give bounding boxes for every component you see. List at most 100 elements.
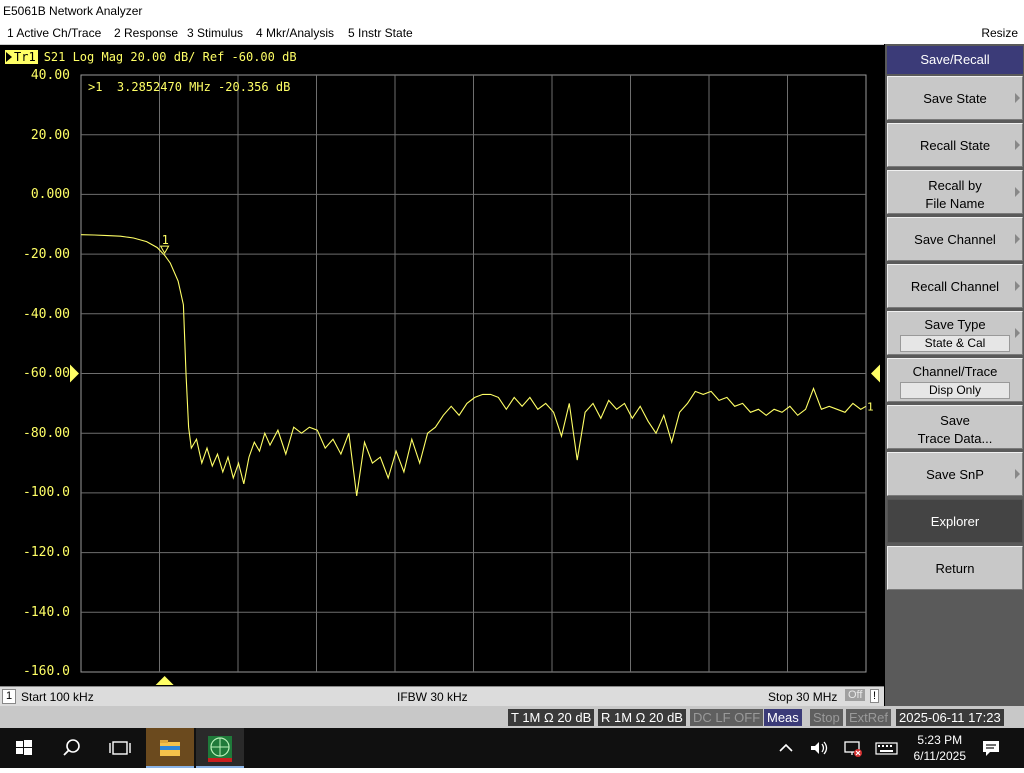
submenu-arrow-icon	[1015, 328, 1020, 338]
softkey-label: Return	[935, 561, 975, 576]
marker-1-label: 1	[162, 233, 169, 247]
taskbar-clock[interactable]: 5:23 PM 6/11/2025	[914, 732, 967, 764]
trace-plot: 11	[70, 74, 880, 685]
softkey-value: Disp Only	[900, 382, 1010, 399]
windows-start-button[interactable]	[0, 728, 48, 768]
y-tick-label: -100.0	[23, 485, 70, 500]
softkey-label: Save Type	[924, 317, 986, 332]
menu-stimulus[interactable]: 3 Stimulus	[187, 26, 243, 40]
window-title: E5061B Network Analyzer	[3, 4, 143, 18]
stop-frequency[interactable]: Stop 30 MHz	[768, 690, 837, 704]
file-explorer-icon	[146, 740, 194, 768]
y-tick-label: -40.00	[23, 307, 70, 322]
y-tick-label: -80.00	[23, 426, 70, 441]
instrument-status-bar: T 1M Ω 20 dB R 1M Ω 20 dB DC LF OFF Meas Sto…	[0, 706, 1024, 728]
softkey-channel-trace[interactable]: Channel/Trace Disp Only	[887, 358, 1023, 402]
resize-button[interactable]: Resize	[981, 26, 1018, 40]
speaker-icon	[811, 741, 828, 755]
start-frequency[interactable]: Start 100 kHz	[21, 690, 94, 704]
y-tick-label: -120.0	[23, 545, 70, 560]
softkey-label: Recall State	[919, 138, 991, 153]
status-indicator: R 1M Ω 20 dB	[598, 709, 686, 726]
status-indicator: 2025-06-11 17:23	[896, 709, 1004, 726]
y-tick-label: 0.000	[30, 187, 70, 202]
softkey-label: Recall Channel	[910, 279, 1000, 294]
correction-off-badge: Off	[845, 689, 866, 701]
network-icon	[844, 741, 862, 757]
softkey-save-snp[interactable]: Save SnP	[887, 452, 1023, 496]
softkey-save-trace-data[interactable]: Save Trace Data...	[887, 405, 1023, 449]
y-tick-label: -60.00	[23, 366, 70, 381]
softkey-label: Channel/Trace	[912, 364, 998, 379]
status-indicator: T 1M Ω 20 dB	[508, 709, 595, 726]
y-tick-label: 20.00	[30, 128, 70, 143]
status-indicator: Stop	[810, 709, 843, 726]
menu-active-ch-trace[interactable]: 1 Active Ch/Trace	[7, 26, 101, 40]
trace-badge[interactable]: Tr1	[5, 50, 38, 64]
softkey-value: State & Cal	[900, 335, 1010, 352]
submenu-arrow-icon	[1015, 234, 1020, 244]
status-indicator: ExtRef	[846, 709, 892, 726]
ref-level-right-arrow	[871, 364, 880, 383]
softkey-label: Save SnP	[926, 467, 984, 482]
clock-date: 6/11/2025	[913, 749, 967, 763]
status-indicator: Meas	[764, 709, 802, 726]
softkey-explorer[interactable]: Explorer	[887, 499, 1023, 543]
ifbw-setting[interactable]: IFBW 30 kHz	[397, 690, 468, 704]
notification-icon	[983, 741, 999, 756]
softkey-label: Save Channel	[914, 232, 996, 247]
softkey-recall-channel[interactable]: Recall Channel	[887, 264, 1023, 308]
network-status-button[interactable]	[842, 738, 864, 758]
windows-taskbar: 5:23 PM 6/11/2025	[0, 728, 1024, 768]
marker-stimulus-arrow	[155, 676, 174, 685]
network-analyzer-app-icon	[196, 736, 244, 768]
tray-overflow-button[interactable]	[776, 738, 796, 758]
trace-layer: 11	[70, 233, 880, 685]
y-tick-label: -160.0	[23, 664, 70, 679]
action-center-button[interactable]	[980, 738, 1002, 758]
trace-scale-label: S21 Log Mag 20.00 dB/ Ref -60.00 dB	[43, 50, 297, 64]
touch-keyboard-button[interactable]	[874, 738, 900, 758]
task-view-icon	[109, 741, 131, 755]
title-bar: E5061B Network Analyzer	[0, 0, 1024, 22]
search-icon	[63, 739, 80, 756]
softkey-menu-title: Save/Recall	[887, 46, 1023, 74]
y-tick-label: 40.00	[30, 68, 70, 83]
network-analyzer-taskbar-button[interactable]	[196, 728, 244, 768]
menu-mkr-analysis[interactable]: 4 Mkr/Analysis	[256, 26, 334, 40]
submenu-arrow-icon	[1015, 140, 1020, 150]
softkey-return[interactable]: Return	[887, 546, 1023, 590]
softkey-label: Recall by File Name	[925, 178, 985, 211]
trace-header: Tr1 S21 Log Mag 20.00 dB/ Ref -60.00 dB	[5, 50, 297, 64]
clock-time: 5:23 PM	[917, 733, 963, 747]
softkey-save-state[interactable]: Save State	[887, 76, 1023, 120]
submenu-arrow-icon	[1015, 281, 1020, 291]
softkey-label: Save State	[923, 91, 987, 106]
windows-start-icon	[16, 740, 32, 755]
status-indicator: DC LF OFF	[690, 709, 764, 726]
softkey-recall-state[interactable]: Recall State	[887, 123, 1023, 167]
softkey-save-channel[interactable]: Save Channel	[887, 217, 1023, 261]
measurement-screen[interactable]: 11 Tr1 S21 Log Mag 20.00 dB/ Ref -60.00 d…	[0, 44, 884, 706]
menu-response[interactable]: 2 Response	[114, 26, 178, 40]
softkey-panel: Save/Recall Save State Recall State Recall…	[884, 44, 1024, 706]
file-explorer-taskbar-button[interactable]	[146, 728, 194, 768]
submenu-arrow-icon	[1015, 93, 1020, 103]
marker-readout: >1 3.2852470 MHz -20.356 dB	[88, 80, 291, 94]
submenu-arrow-icon	[1015, 469, 1020, 479]
graticule	[80, 74, 867, 673]
softkey-save-type[interactable]: Save Type State & Cal	[887, 311, 1023, 355]
softkey-recall-by-file-name[interactable]: Recall by File Name	[887, 170, 1023, 214]
y-tick-label: -140.0	[23, 605, 70, 620]
softkey-label: Explorer	[930, 514, 980, 529]
softkey-label: Save Trace Data...	[917, 413, 993, 446]
chevron-up-icon	[779, 743, 793, 752]
y-tick-label: -20.00	[23, 247, 70, 262]
channel-number[interactable]: 1	[2, 689, 16, 704]
task-view-button[interactable]	[96, 728, 144, 768]
menu-instr-state[interactable]: 5 Instr State	[348, 26, 413, 40]
submenu-arrow-icon	[1015, 187, 1020, 197]
search-button[interactable]	[48, 728, 96, 768]
channel-status-line: 1 Start 100 kHz IFBW 30 kHz Stop 30 MHz …	[0, 686, 884, 706]
volume-button[interactable]	[808, 738, 830, 758]
